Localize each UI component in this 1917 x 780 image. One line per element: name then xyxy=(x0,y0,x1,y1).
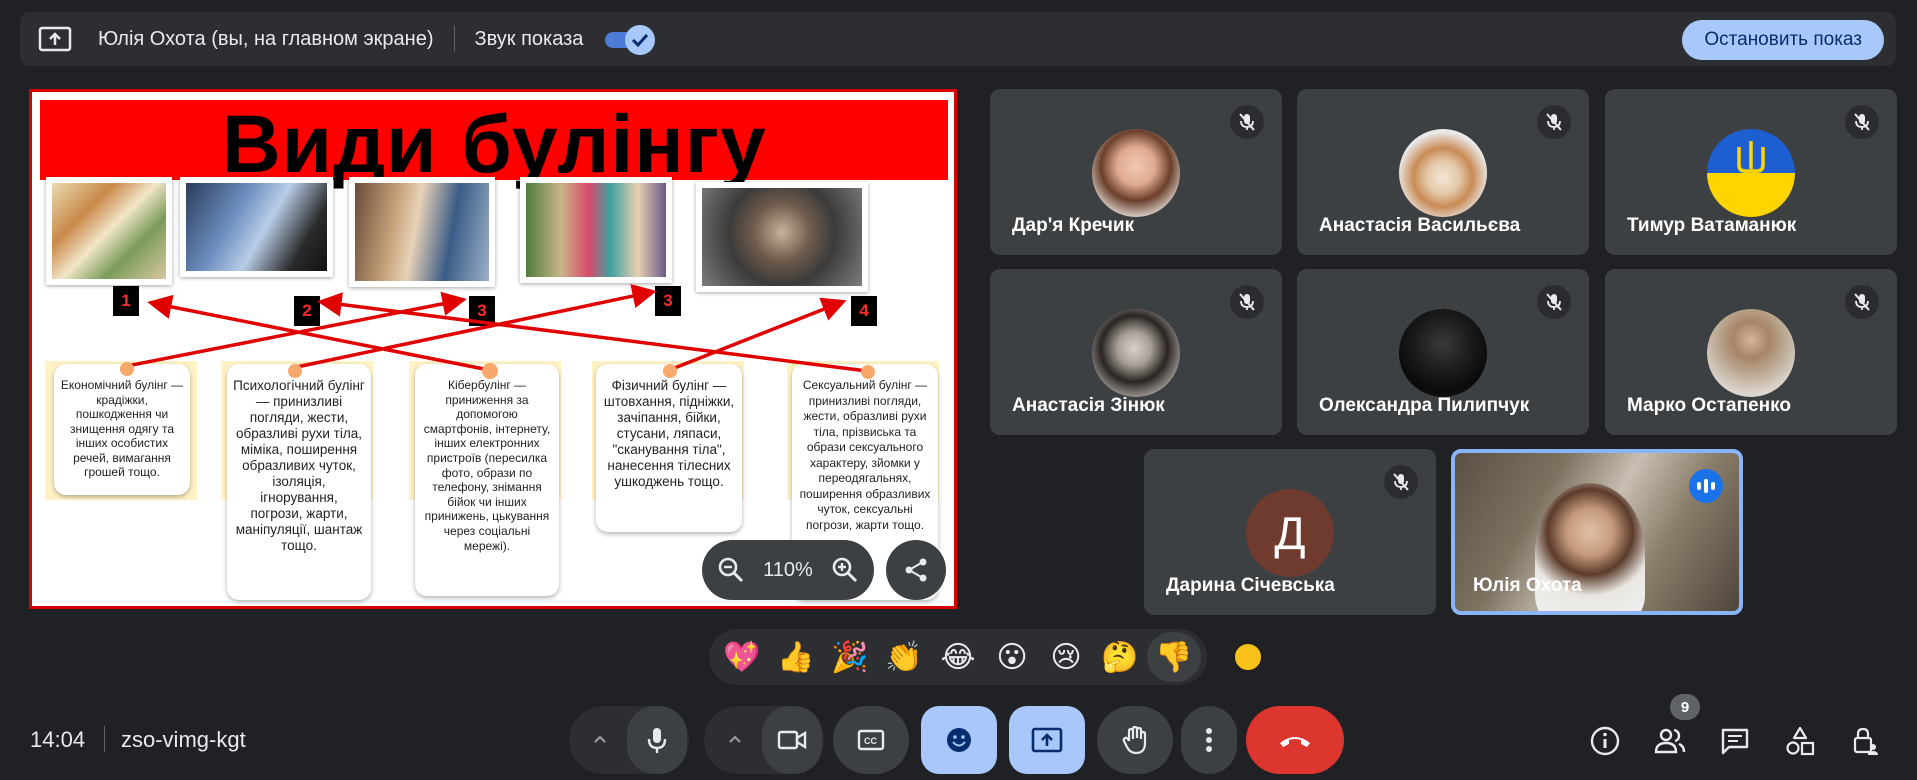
share-icon xyxy=(905,558,927,582)
camera-icon xyxy=(777,730,807,750)
end-call-icon xyxy=(1280,737,1310,747)
avatar xyxy=(1707,309,1795,397)
avatar xyxy=(1399,309,1487,397)
participant-name: Анастасія Васильєва xyxy=(1319,215,1521,236)
more-options-button[interactable] xyxy=(1181,706,1237,774)
chat-icon xyxy=(1721,728,1749,755)
participant-name: Олександра Пилипчук xyxy=(1319,395,1530,416)
toggle-knob xyxy=(625,25,656,55)
zoom-in-icon[interactable] xyxy=(830,555,860,585)
participant-tile[interactable]: Д Дарина Січевська xyxy=(1144,449,1436,615)
reaction-surprised[interactable]: 😮 xyxy=(985,632,1039,682)
participant-name: Анастасія Зінюк xyxy=(1012,395,1165,416)
mic-off-icon xyxy=(1537,105,1571,139)
presenting-bar: Юлія Охота (вы, на главном экране) Звук … xyxy=(20,12,1896,66)
present-screen-icon xyxy=(38,26,72,52)
host-controls-button[interactable] xyxy=(1843,719,1887,763)
mic-off-icon xyxy=(1537,285,1571,319)
divider xyxy=(453,26,455,52)
people-icon xyxy=(1654,728,1686,754)
avatar xyxy=(1092,309,1180,397)
avatar-initial: Д xyxy=(1246,489,1334,577)
present-button[interactable] xyxy=(1009,706,1085,774)
share-button[interactable] xyxy=(886,540,946,600)
participant-tile[interactable]: Марко Остапенко xyxy=(1605,269,1897,435)
participant-name: Юлія Охота xyxy=(1473,575,1582,596)
info-icon xyxy=(1590,726,1620,756)
zoom-level: 110% xyxy=(763,558,813,581)
activities-button[interactable] xyxy=(1778,719,1822,763)
stop-presenting-button[interactable]: Остановить показ xyxy=(1682,20,1884,60)
reaction-thinking[interactable]: 🤔 xyxy=(1093,632,1147,682)
slide-arrows xyxy=(120,284,875,379)
mic-off-icon xyxy=(1384,465,1418,499)
hand-icon xyxy=(1122,725,1147,755)
meeting-code: zso-vimg-kgt xyxy=(121,727,246,752)
sound-label: Звук показа xyxy=(474,27,584,50)
reaction-clap[interactable]: 👏 xyxy=(877,632,931,682)
trident-icon xyxy=(1737,141,1765,180)
chat-button[interactable] xyxy=(1713,719,1757,763)
participant-name: Дарина Січевська xyxy=(1166,575,1335,596)
chevron-up-icon[interactable] xyxy=(720,724,750,754)
present-screen-icon xyxy=(1031,727,1063,753)
reactions-button[interactable] xyxy=(921,706,997,774)
reactions-bar: 💖 👍 🎉 👏 😂 😮 😢 🤔 👎 xyxy=(709,629,1207,685)
mic-off-icon xyxy=(1845,285,1879,319)
skin-tone-button[interactable] xyxy=(1233,642,1263,672)
reaction-thumbs-up[interactable]: 👍 xyxy=(769,632,823,682)
participant-tile[interactable]: Анастасія Зінюк xyxy=(990,269,1282,435)
mic-icon xyxy=(647,728,667,753)
zoom-controls: 110% xyxy=(702,540,874,600)
people-button[interactable] xyxy=(1648,719,1692,763)
shared-slide: Види булінгу 1 2 3 3 4 Економічний булін… xyxy=(29,89,957,609)
meeting-details-button[interactable] xyxy=(1583,719,1627,763)
people-count-badge: 9 xyxy=(1670,694,1700,720)
camera-button[interactable] xyxy=(762,706,822,774)
participant-name: Тимур Ватаманюк xyxy=(1627,215,1797,236)
clock: 14:04 xyxy=(30,727,86,752)
divider xyxy=(104,726,105,752)
shapes-icon xyxy=(1786,726,1815,756)
lock-person-icon xyxy=(1853,727,1878,755)
reaction-laugh[interactable]: 😂 xyxy=(931,632,985,682)
participant-tile-self[interactable]: Юлія Охота xyxy=(1451,449,1743,615)
captions-button[interactable]: CC xyxy=(833,706,909,774)
speaking-icon xyxy=(1689,469,1723,503)
check-icon xyxy=(632,33,649,48)
participant-tile[interactable]: Анастасія Васильєва xyxy=(1297,89,1589,255)
more-vert-icon xyxy=(1206,728,1212,752)
emoji-icon xyxy=(947,728,971,752)
chevron-up-icon[interactable] xyxy=(585,724,615,754)
captions-icon: CC xyxy=(857,729,885,751)
participant-tile[interactable]: Тимур Ватаманюк xyxy=(1605,89,1897,255)
mic-off-icon xyxy=(1230,285,1264,319)
sound-toggle[interactable] xyxy=(605,24,656,55)
participant-name: Дар'я Кречик xyxy=(1012,215,1135,236)
raise-hand-button[interactable] xyxy=(1097,706,1173,774)
participant-tile[interactable]: Олександра Пилипчук xyxy=(1297,269,1589,435)
mic-off-icon xyxy=(1230,105,1264,139)
avatar xyxy=(1399,129,1487,217)
reaction-party[interactable]: 🎉 xyxy=(823,632,877,682)
mic-button[interactable] xyxy=(627,706,687,774)
zoom-out-icon[interactable] xyxy=(716,555,746,585)
reaction-sad[interactable]: 😢 xyxy=(1039,632,1093,682)
avatar xyxy=(1707,129,1795,217)
svg-text:CC: CC xyxy=(864,736,877,746)
reaction-thumbs-down[interactable]: 👎 xyxy=(1147,632,1201,682)
avatar xyxy=(1092,129,1180,217)
presenter-label: Юлія Охота (вы, на главном экране) xyxy=(98,27,434,50)
reaction-sparkling-heart[interactable]: 💖 xyxy=(715,632,769,682)
participant-name: Марко Остапенко xyxy=(1627,395,1791,416)
participant-tile[interactable]: Дар'я Кречик xyxy=(990,89,1282,255)
leave-call-button[interactable] xyxy=(1246,706,1344,774)
mic-off-icon xyxy=(1845,105,1879,139)
